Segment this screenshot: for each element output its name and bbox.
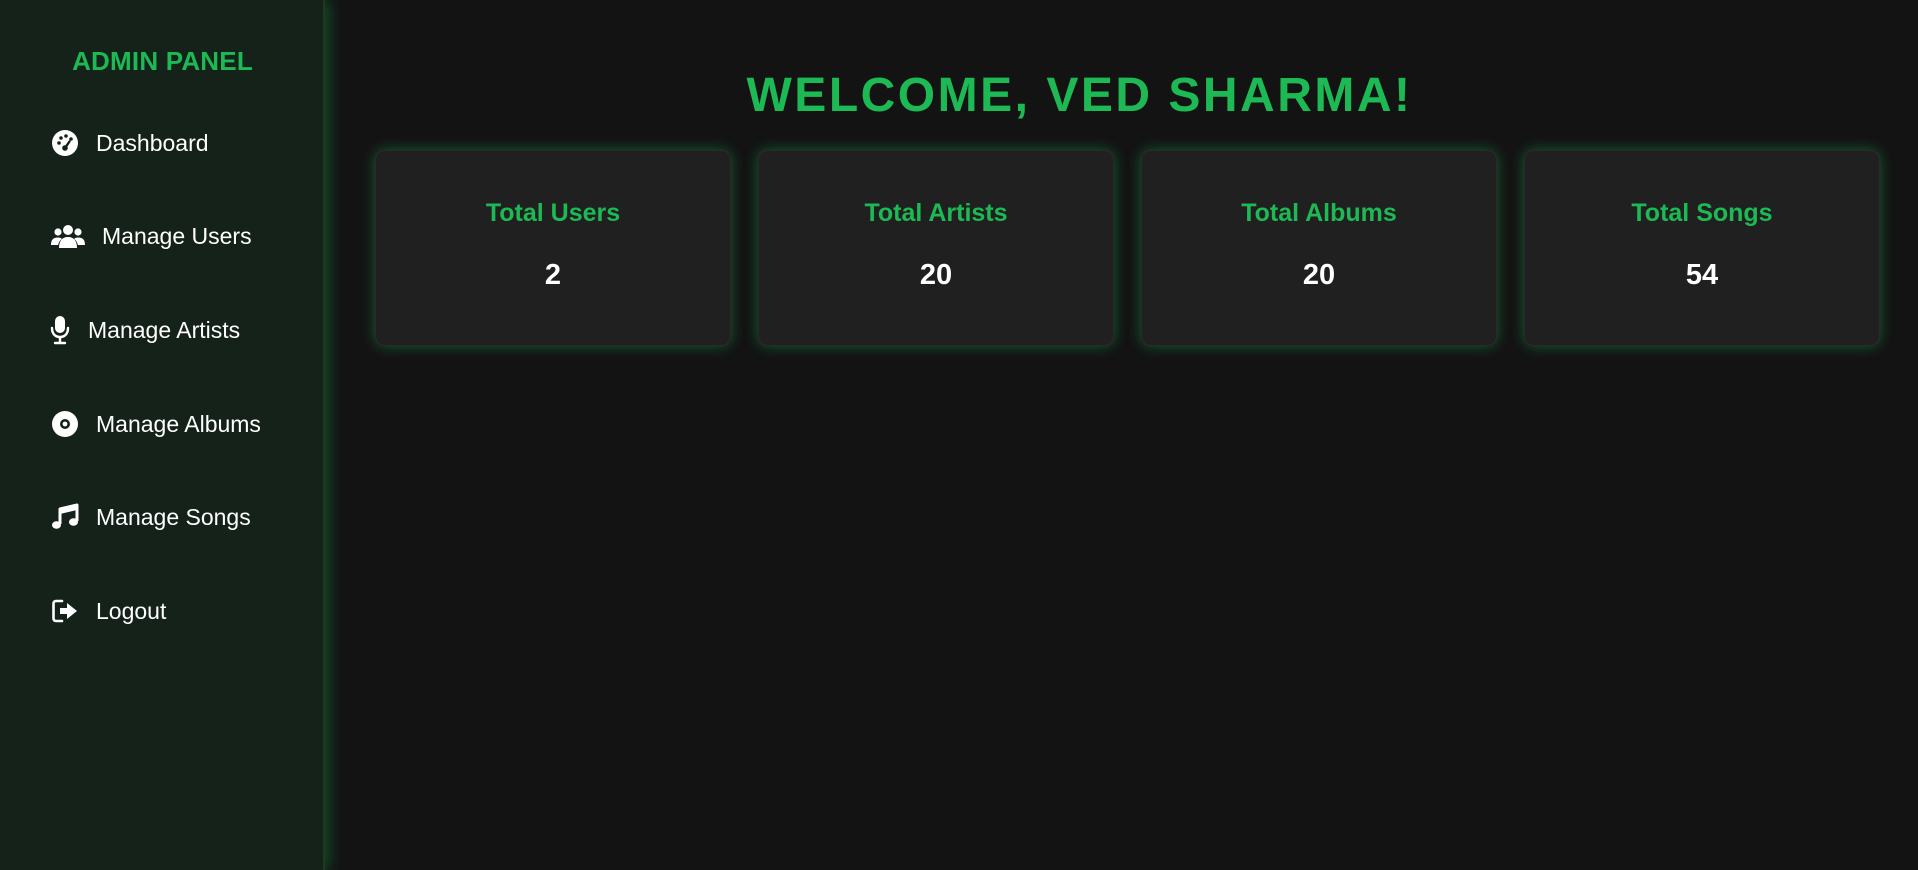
sidebar-item-manage-albums[interactable]: Manage Albums (50, 406, 261, 442)
main-content: WELCOME, VED SHARMA! Total Users 2 Total… (327, 0, 1918, 870)
stat-card-value: 54 (1685, 259, 1719, 291)
sidebar-item-label: Manage Artists (88, 316, 241, 343)
stat-card-total-albums: Total Albums 20 (1141, 150, 1497, 346)
app-layout: ADMIN PANEL Dashboard Manage Users Manag… (0, 0, 1918, 870)
stat-card-total-songs: Total Songs 54 (1524, 150, 1880, 346)
stat-card-value: 20 (1302, 259, 1336, 291)
welcome-heading: WELCOME, VED SHARMA! (746, 69, 1413, 122)
stat-card-title: Total Songs (1631, 199, 1773, 227)
stat-card-total-artists: Total Artists 20 (758, 150, 1114, 346)
sidebar-title: ADMIN PANEL (72, 46, 253, 76)
users-icon (50, 221, 86, 251)
stat-card-value: 2 (544, 259, 562, 291)
album-disc-icon (50, 409, 80, 439)
sidebar-item-logout[interactable]: Logout (50, 593, 166, 629)
dashboard-gauge-icon (50, 128, 80, 158)
sidebar-item-label: Dashboard (96, 129, 209, 156)
sidebar-item-manage-songs[interactable]: Manage Songs (50, 499, 251, 535)
logout-icon (50, 596, 80, 626)
sidebar-item-label: Manage Albums (96, 410, 261, 437)
stat-card-total-users: Total Users 2 (375, 150, 731, 346)
sidebar-item-label: Manage Songs (96, 503, 251, 530)
music-note-icon (50, 502, 80, 532)
sidebar-item-label: Logout (96, 597, 167, 624)
sidebar-item-dashboard[interactable]: Dashboard (50, 125, 209, 161)
microphone-icon (50, 315, 70, 345)
stat-card-title: Total Artists (864, 199, 1008, 227)
sidebar-item-manage-users[interactable]: Manage Users (50, 218, 252, 254)
stat-card-title: Total Albums (1241, 199, 1397, 227)
sidebar-item-label: Manage Users (102, 222, 252, 249)
stat-card-title: Total Users (485, 199, 621, 227)
sidebar: ADMIN PANEL Dashboard Manage Users Manag… (0, 0, 325, 870)
stat-card-value: 20 (919, 259, 953, 291)
sidebar-item-manage-artists[interactable]: Manage Artists (50, 312, 240, 348)
